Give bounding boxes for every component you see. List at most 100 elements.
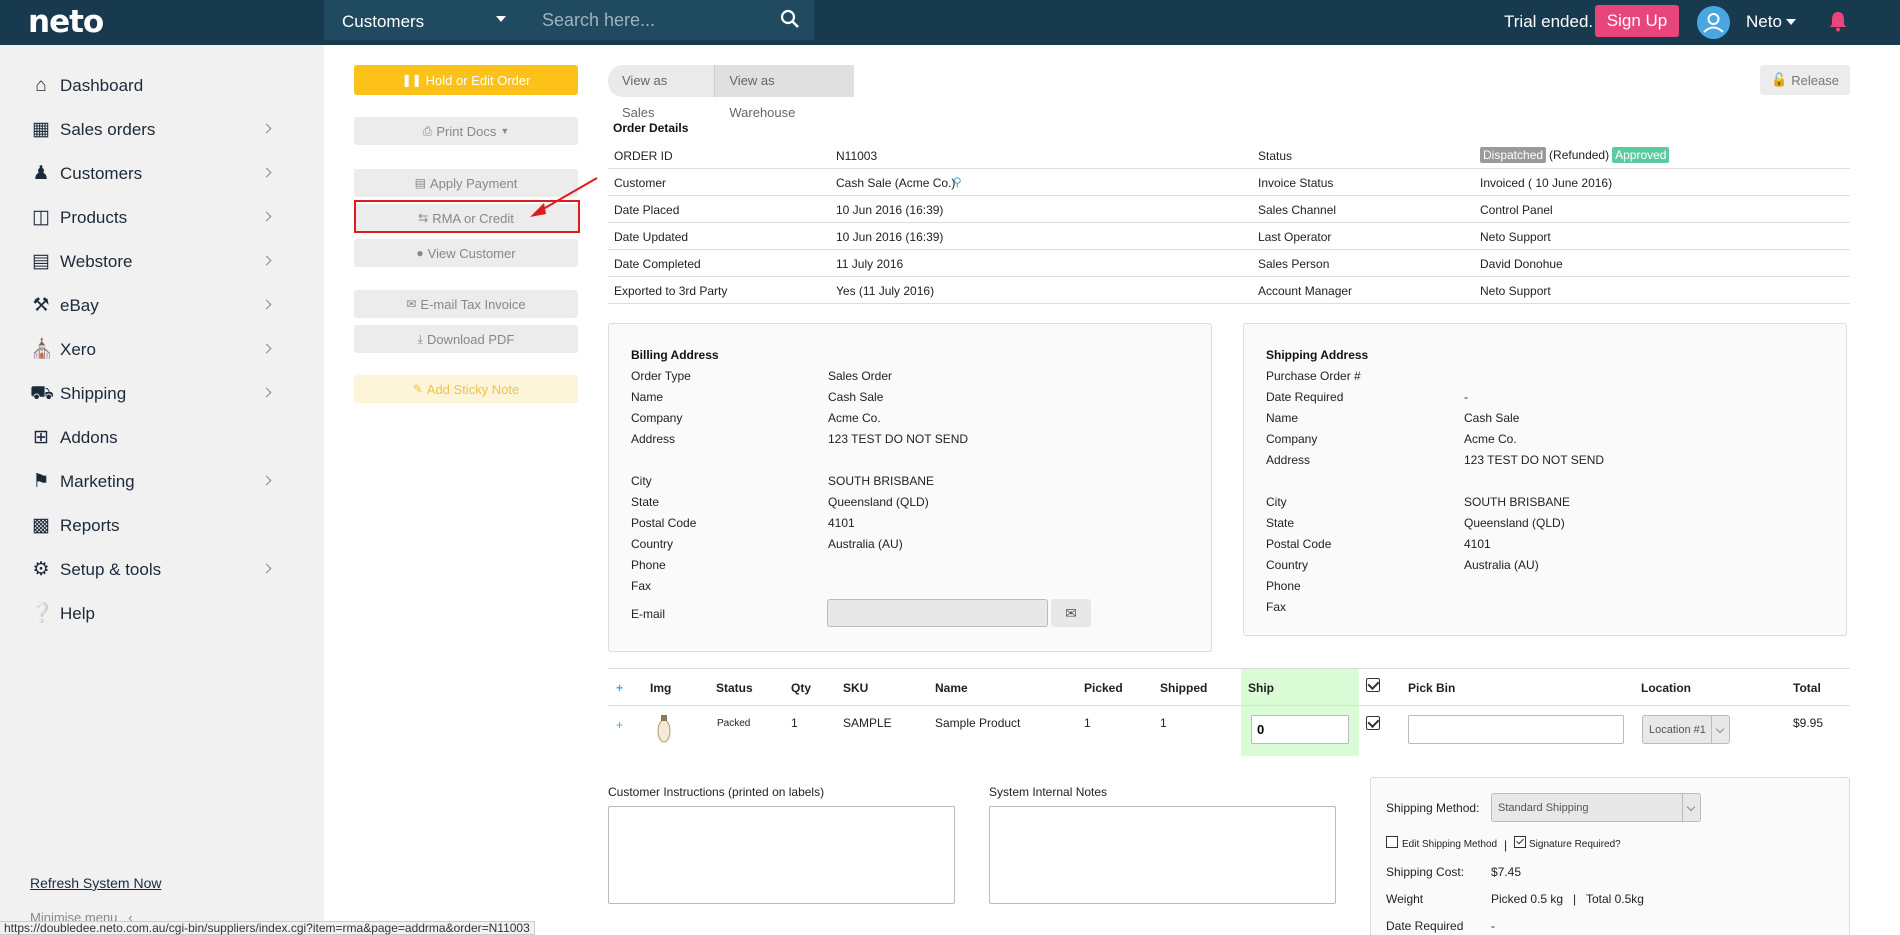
print-docs-button[interactable]: ⎙ Print Docs ▼ bbox=[354, 117, 578, 145]
user-avatar-icon[interactable] bbox=[1697, 6, 1730, 39]
internal-notes-textarea[interactable] bbox=[989, 806, 1336, 904]
hold-label: Hold or Edit Order bbox=[425, 72, 531, 88]
hold-edit-order-button[interactable]: ❚❚ Hold or Edit Order bbox=[354, 65, 578, 95]
billing-label: Name bbox=[631, 390, 664, 404]
money-icon: ▤ bbox=[414, 176, 426, 190]
top-bar: neto Customers Trial ended. Sign Up Neto bbox=[0, 0, 1900, 45]
sidebar-item-label: Shipping bbox=[60, 384, 127, 403]
ship-qty-input[interactable] bbox=[1251, 715, 1349, 744]
sidebar-item-webstore[interactable]: ▤ Webstore bbox=[30, 247, 280, 277]
view-customer-button[interactable]: ● View Customer bbox=[354, 239, 578, 267]
email-field[interactable] bbox=[827, 599, 1048, 627]
billing-value: Sales Order bbox=[828, 369, 893, 383]
sticky-label: Add Sticky Note bbox=[426, 381, 520, 397]
shipping-method-select[interactable]: Standard Shipping bbox=[1491, 793, 1701, 822]
notification-bell-icon[interactable] bbox=[1828, 10, 1848, 32]
billing-value: Acme Co. bbox=[828, 411, 881, 425]
line-name[interactable]: Sample Product bbox=[935, 716, 1020, 730]
shipping_addr-label: Postal Code bbox=[1266, 537, 1332, 551]
sidebar-item-label: Addons bbox=[60, 428, 118, 447]
sidebar-item-setup-tools[interactable]: ⚙ Setup & tools bbox=[30, 555, 280, 585]
sidebar-item-label: Webstore bbox=[60, 252, 133, 271]
user-menu[interactable]: Neto bbox=[1746, 12, 1782, 32]
shipping_addr-label: Address bbox=[1266, 453, 1311, 467]
refresh-system-link[interactable]: Refresh System Now bbox=[30, 875, 161, 891]
chevron-down-icon[interactable] bbox=[1786, 19, 1796, 25]
release-button[interactable]: 🔓 Release bbox=[1760, 65, 1850, 95]
sidebar-item-shipping[interactable]: ⛟ Shipping bbox=[30, 379, 280, 409]
send-email-button[interactable]: ✉ bbox=[1051, 599, 1091, 627]
line-sku: SAMPLE bbox=[843, 716, 892, 730]
customer-instructions-textarea[interactable] bbox=[608, 806, 955, 904]
view-as-sales-tab[interactable]: View as Sales bbox=[608, 65, 714, 120]
status-refunded: (Refunded) bbox=[1549, 148, 1610, 162]
date-required-label: Date Required bbox=[1386, 919, 1464, 933]
line-qty: 1 bbox=[791, 716, 798, 730]
search-icon[interactable]: ⚲ bbox=[953, 175, 962, 189]
add-line-button[interactable]: + bbox=[616, 681, 623, 695]
view-as-warehouse-tab[interactable]: View as Warehouse bbox=[714, 65, 854, 120]
expand-line-button[interactable]: + bbox=[616, 718, 623, 732]
order-detail-row: Date Updated 10 Jun 2016 (16:39) Last Oper… bbox=[608, 223, 1850, 250]
printer-icon: ⎙ bbox=[422, 123, 433, 138]
document-icon: ▦ bbox=[32, 119, 50, 140]
sidebar-item-help[interactable]: ❔ Help bbox=[30, 599, 280, 629]
signature-required-label: Signature Required? bbox=[1529, 839, 1621, 850]
shipping_addr-value: 123 TEST DO NOT SEND bbox=[1464, 453, 1605, 467]
sidebar-item-addons[interactable]: ⊞ Addons bbox=[30, 423, 280, 453]
sidebar-item-label: Dashboard bbox=[60, 76, 144, 95]
download-pdf-button[interactable]: ⤓ Download PDF bbox=[354, 325, 578, 353]
annotation-arrow-icon bbox=[530, 177, 598, 217]
search-icon[interactable] bbox=[780, 9, 800, 29]
billing-label: Phone bbox=[631, 558, 666, 572]
sidebar-item-products[interactable]: ◫ Products bbox=[30, 203, 280, 233]
sidebar-item-label: Products bbox=[60, 208, 128, 227]
line-select-checkbox[interactable] bbox=[1366, 716, 1380, 730]
weight-value: Picked 0.5 kg | Total 0.5kg bbox=[1491, 892, 1644, 906]
order-detail-label: Date Completed bbox=[614, 257, 701, 271]
sidebar-item-label: Help bbox=[60, 604, 95, 623]
status-badges: Dispatched (Refunded) Approved bbox=[1480, 147, 1670, 163]
sidebar-item-sales-orders[interactable]: ▦ Sales orders bbox=[30, 115, 280, 145]
order-detail-value2: Control Panel bbox=[1480, 203, 1553, 217]
neto-logo[interactable]: neto bbox=[28, 4, 104, 40]
col-sku: SKU bbox=[843, 681, 869, 695]
sidebar-item-marketing[interactable]: ⚑ Marketing bbox=[30, 467, 280, 497]
edit-shipping-method-label: Edit Shipping Method bbox=[1402, 839, 1498, 850]
shipping-method-label: Shipping Method: bbox=[1386, 801, 1480, 815]
signup-button[interactable]: Sign Up bbox=[1595, 5, 1679, 37]
search-scope-dropdown[interactable]: Customers bbox=[324, 0, 524, 40]
location-select[interactable]: Location #1 bbox=[1642, 715, 1730, 744]
edit-shipping-method-checkbox[interactable] bbox=[1386, 836, 1398, 848]
pick-bin-input[interactable] bbox=[1408, 715, 1624, 744]
sidebar-item-label: Marketing bbox=[60, 472, 135, 491]
email-tax-invoice-button[interactable]: ✉ E-mail Tax Invoice bbox=[354, 290, 578, 318]
order-detail-row: ORDER ID N11003 Status Dispatched (Refunded)… bbox=[608, 142, 1850, 169]
chevron-right-icon bbox=[261, 563, 272, 574]
sidebar-item-ebay[interactable]: ⚒ eBay bbox=[30, 291, 280, 321]
col-status: Status bbox=[716, 681, 753, 695]
customer-instructions-label: Customer Instructions (printed on labels… bbox=[608, 785, 825, 799]
line-picked: 1 bbox=[1084, 716, 1091, 730]
sidebar-item-dashboard[interactable]: ⌂ Dashboard bbox=[30, 71, 280, 101]
add-sticky-note-button[interactable]: ✎ Add Sticky Note bbox=[354, 375, 578, 403]
col-total: Total bbox=[1793, 681, 1821, 695]
sidebar-item-reports[interactable]: ▩ Reports bbox=[30, 511, 280, 541]
search-input[interactable] bbox=[524, 0, 774, 40]
col-shipped: Shipped bbox=[1160, 681, 1208, 695]
shipping-method-value: Standard Shipping bbox=[1498, 802, 1589, 814]
select-all-checkbox[interactable] bbox=[1366, 678, 1380, 692]
order-detail-value: N11003 bbox=[836, 149, 878, 163]
chevron-down-icon bbox=[1711, 716, 1729, 743]
line-status: Packed bbox=[717, 718, 751, 729]
gavel-icon: ⚒ bbox=[32, 295, 50, 316]
order-detail-row: Exported to 3rd Party Yes (11 July 2016) A… bbox=[608, 277, 1850, 304]
col-qty: Qty bbox=[791, 681, 812, 695]
signature-required-checkbox[interactable] bbox=[1514, 836, 1526, 848]
tag-icon: ⚑ bbox=[32, 471, 50, 492]
view-toggle: View as Sales View as Warehouse bbox=[608, 65, 854, 120]
shipping_addr-label: Date Required bbox=[1266, 390, 1344, 404]
sidebar-item-customers[interactable]: ♟ Customers bbox=[30, 159, 280, 189]
print-label: Print Docs bbox=[436, 123, 497, 139]
sidebar-item-xero[interactable]: ⛪ Xero bbox=[30, 335, 280, 365]
